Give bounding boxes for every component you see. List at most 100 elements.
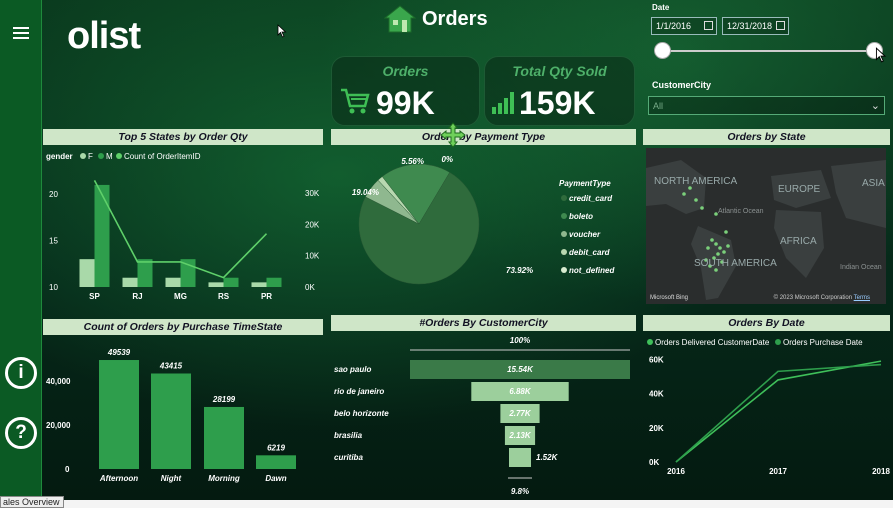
map-dot	[716, 252, 720, 256]
page-tab-sales-overview[interactable]: ales Overview	[0, 496, 64, 508]
bar-male	[137, 259, 153, 287]
funnel-bar	[509, 448, 531, 467]
date-end-input[interactable]: 12/31/2018	[722, 17, 789, 35]
y-tick-label: 10	[49, 283, 58, 292]
legend-marker	[98, 153, 104, 159]
map-label-europe: EUROPE	[778, 184, 821, 195]
customer-city-funnel: 100% sao paulo 15.54K rio de janeiro 6.88K be…	[334, 336, 630, 496]
panel-title-orders-by-date: Orders By Date	[643, 315, 890, 331]
legend-label: not_defined	[569, 266, 615, 275]
legend-label: boleto	[569, 212, 593, 221]
help-icon[interactable]: ?	[5, 417, 37, 449]
world-map-shapes	[646, 160, 886, 300]
city-dropdown[interactable]: All ⌄	[648, 96, 885, 115]
calendar-icon[interactable]	[704, 21, 713, 30]
bar	[204, 406, 244, 469]
date-start-input[interactable]: 1/1/2016	[651, 17, 717, 35]
pie-data-label: 19.04%	[352, 188, 379, 197]
y-tick-label: 40,000	[46, 377, 71, 386]
mouse-pointer-icon	[875, 47, 887, 63]
legend-marker	[775, 339, 781, 345]
map-label-north-america: NORTH AMERICA	[654, 176, 738, 187]
funnel-category-label: belo horizonte	[334, 409, 389, 418]
map-dot	[724, 230, 728, 234]
map-dot	[710, 238, 714, 242]
x-tick-label: Afternoon	[99, 474, 138, 483]
chevron-down-icon[interactable]: ⌄	[871, 99, 880, 112]
legend-label: debit_card	[569, 248, 611, 257]
date-range-slider-track[interactable]	[662, 50, 877, 52]
hamburger-menu-icon[interactable]	[13, 27, 29, 39]
sidebar: i ?	[0, 0, 42, 500]
funnel-data-label: 2.13K	[508, 431, 532, 440]
bar-male	[223, 277, 239, 287]
bar-data-label: 6219	[267, 443, 285, 452]
date-filter-label: Date	[652, 3, 670, 12]
kpi-orders-label: Orders	[382, 63, 429, 79]
legend-label: Count of OrderItemID	[124, 152, 201, 161]
payment-type-pie-chart: 19.04% 5.56% 0% 73.92% PaymentType credit_car…	[352, 155, 615, 285]
kpi-qty-card: Total Qty Sold 159K	[484, 56, 635, 126]
bar	[151, 373, 191, 469]
date-slider-start-handle[interactable]	[654, 42, 671, 59]
panel-title-customer-city: #Orders By CustomerCity	[331, 315, 636, 331]
legend-marker	[116, 153, 122, 159]
legend-marker	[561, 231, 567, 237]
legend-label: voucher	[569, 230, 601, 239]
date-start-value: 1/1/2016	[656, 21, 692, 31]
funnel-bottom-label: 9.8%	[511, 487, 529, 496]
kpi-orders-card: Orders 99K	[331, 56, 480, 126]
map-label-indian: Indian Ocean	[840, 264, 882, 271]
pie-data-label: 73.92%	[506, 266, 533, 275]
city-dropdown-value: All	[653, 101, 664, 111]
bar-female	[208, 282, 224, 287]
move-cursor-icon	[440, 122, 466, 148]
top-states-chart: gender F M Count of OrderItemID 10 15 20 0K 10K 2…	[46, 152, 320, 301]
map-dot	[694, 198, 698, 202]
legend-marker	[561, 195, 567, 201]
house-icon	[384, 5, 416, 33]
funnel-category-label: curitiba	[334, 453, 363, 462]
legend-marker	[80, 153, 86, 159]
funnel-data-label: 1.52K	[536, 453, 559, 462]
bar-data-label: 43415	[159, 361, 183, 370]
shopping-cart-icon	[341, 88, 370, 114]
map-dot	[700, 206, 704, 210]
map-dot	[726, 244, 730, 248]
y-tick-label: 15	[49, 237, 58, 246]
calendar-icon[interactable]	[776, 21, 785, 30]
timestate-chart: 0 20,000 40,000 49539 Afternoon 43415 Night 281…	[46, 348, 296, 483]
funnel-data-label: 6.88K	[509, 387, 532, 396]
y2-tick-label: 20K	[305, 220, 320, 229]
legend-marker	[561, 267, 567, 273]
bar-data-label: 49539	[107, 348, 131, 357]
legend-marker	[561, 249, 567, 255]
info-icon[interactable]: i	[5, 357, 37, 389]
x-tick-label: RJ	[132, 292, 142, 301]
funnel-data-label: 2.77K	[508, 409, 532, 418]
bar-female	[165, 277, 181, 287]
orders-by-state-map[interactable]: NORTH AMERICA EUROPE ASIA AFRICA SOUTH A…	[646, 148, 886, 304]
x-tick-label: 2017	[769, 467, 787, 476]
y2-tick-label: 10K	[305, 252, 320, 261]
page-title-text: Orders	[422, 7, 488, 30]
x-tick-label: Morning	[208, 474, 240, 483]
x-tick-label: 2016	[667, 467, 685, 476]
legend-label: Orders Delivered CustomerDate	[655, 338, 770, 347]
orders-by-date-chart: Orders Delivered CustomerDate Orders Purc…	[647, 338, 890, 476]
map-attribution: © 2023 Microsoft Corporation Terms	[774, 295, 870, 301]
funnel-data-label: 15.54K	[507, 365, 534, 374]
kpi-qty-label: Total Qty Sold	[512, 63, 607, 79]
panel-title-payment-type: Orders by Payment Type	[331, 129, 636, 145]
map-dot	[722, 250, 726, 254]
y-tick-label: 40K	[649, 390, 664, 399]
bar	[256, 455, 296, 469]
x-tick-label: RS	[218, 292, 230, 301]
city-filter-label: CustomerCity	[652, 80, 712, 90]
bar-male	[266, 277, 282, 287]
bar-chart-icon	[492, 92, 514, 114]
map-dot	[714, 242, 718, 246]
funnel-top-label: 100%	[510, 336, 530, 345]
map-terms-link[interactable]: Terms	[854, 295, 870, 301]
bar-male	[94, 184, 110, 287]
